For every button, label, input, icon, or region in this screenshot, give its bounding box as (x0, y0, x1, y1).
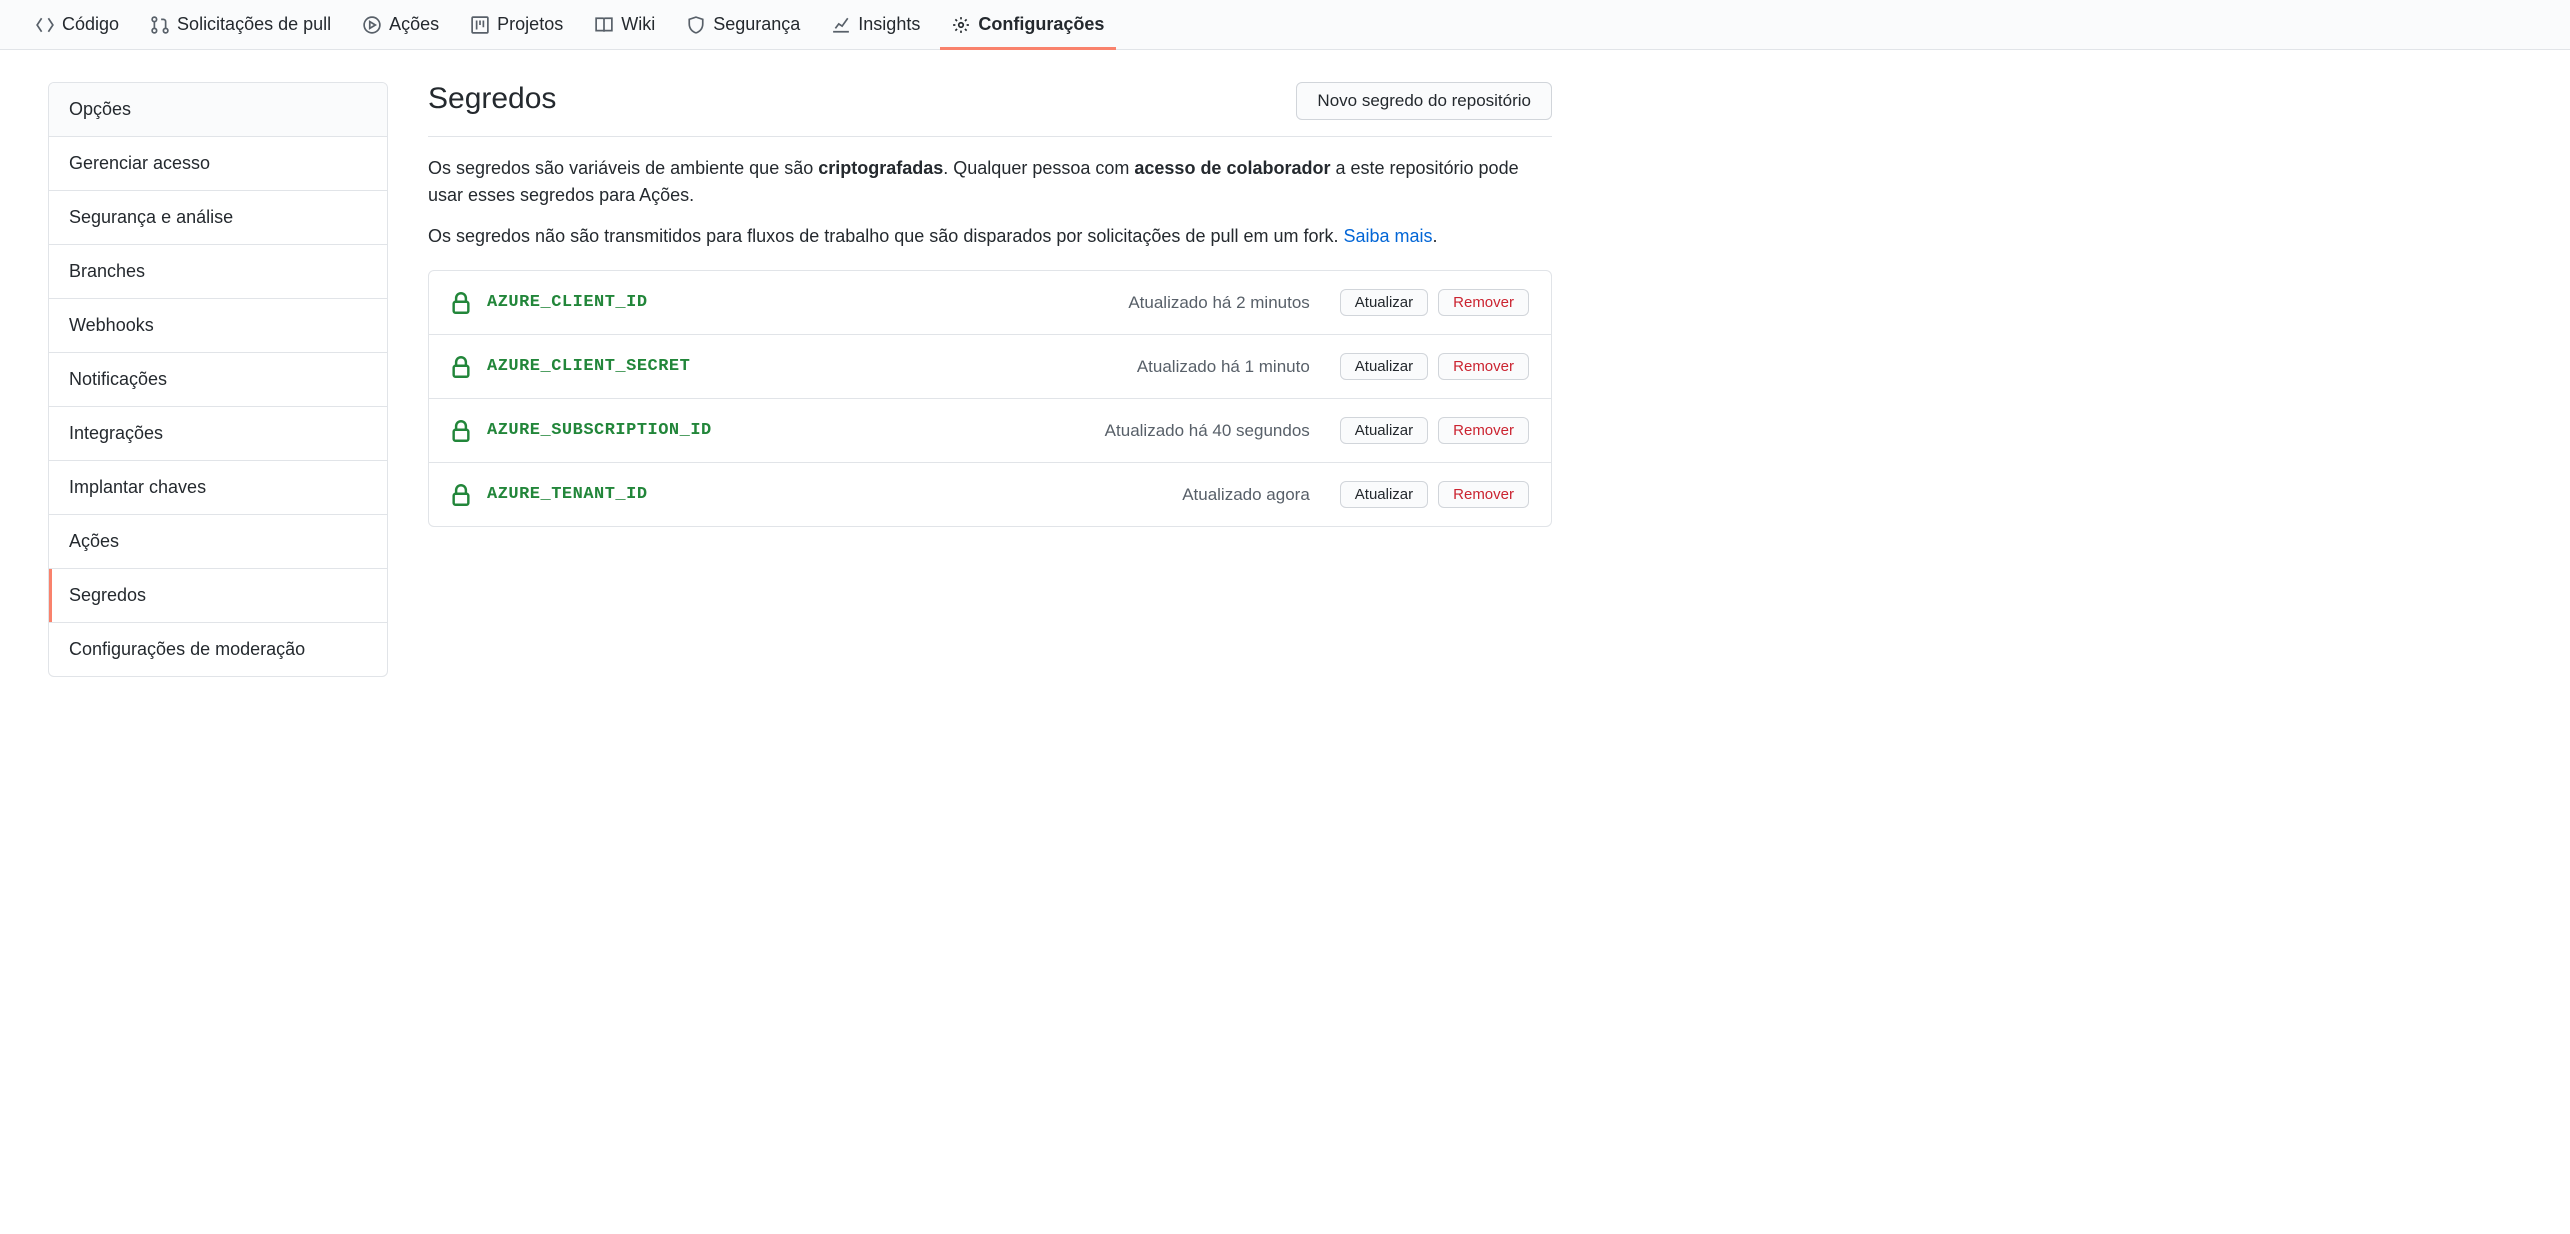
secrets-description-2: Os segredos não são transmitidos para fl… (428, 223, 1552, 250)
gear-icon (952, 16, 970, 34)
secret-name: AZURE_CLIENT_ID (487, 293, 648, 312)
secret-updated: Atualizado há 2 minutos (1128, 293, 1309, 313)
tab-projects[interactable]: Projetos (459, 0, 575, 49)
sidebar-item-label: Webhooks (69, 315, 154, 335)
repo-nav: Código Solicitações de pull Ações Projet… (0, 0, 2570, 50)
remove-secret-button[interactable]: Remover (1438, 417, 1529, 444)
sidebar-item-label: Notificações (69, 369, 167, 389)
secret-row: AZURE_SUBSCRIPTION_ID Atualizado há 40 s… (429, 399, 1551, 463)
secret-name: AZURE_TENANT_ID (487, 485, 648, 504)
remove-secret-button[interactable]: Remover (1438, 353, 1529, 380)
project-icon (471, 16, 489, 34)
tab-label: Código (62, 14, 119, 35)
secret-name: AZURE_CLIENT_SECRET (487, 357, 690, 376)
lock-icon (451, 292, 471, 314)
tab-label: Ações (389, 14, 439, 35)
sidebar-item-deploy-keys[interactable]: Implantar chaves (49, 461, 387, 515)
sidebar-item-label: Segredos (69, 585, 146, 605)
sidebar-item-moderation[interactable]: Configurações de moderação (49, 623, 387, 676)
sidebar-item-webhooks[interactable]: Webhooks (49, 299, 387, 353)
tab-security[interactable]: Segurança (675, 0, 812, 49)
text-bold: criptografadas (818, 158, 943, 178)
secret-actions: Atualizar Remover (1340, 481, 1529, 508)
book-icon (595, 16, 613, 34)
text: . Qualquer pessoa com (943, 158, 1134, 178)
repo-nav-list: Código Solicitações de pull Ações Projet… (24, 0, 2546, 49)
tab-label: Segurança (713, 14, 800, 35)
remove-secret-button[interactable]: Remover (1438, 481, 1529, 508)
tab-pull-requests[interactable]: Solicitações de pull (139, 0, 343, 49)
remove-secret-button[interactable]: Remover (1438, 289, 1529, 316)
secret-row: AZURE_TENANT_ID Atualizado agora Atualiz… (429, 463, 1551, 526)
tab-label: Projetos (497, 14, 563, 35)
git-pull-request-icon (151, 16, 169, 34)
sidebar-item-security-analysis[interactable]: Segurança e análise (49, 191, 387, 245)
text: Os segredos não são transmitidos para fl… (428, 226, 1344, 246)
tab-actions[interactable]: Ações (351, 0, 451, 49)
sidebar-item-label: Branches (69, 261, 145, 281)
text: Os segredos são variáveis de ambiente qu… (428, 158, 818, 178)
sidebar-item-label: Gerenciar acesso (69, 153, 210, 173)
page-header: Segredos Novo segredo do repositório (428, 82, 1552, 137)
sidebar-menu: Opções Gerenciar acesso Segurança e anál… (48, 82, 388, 677)
sidebar-item-label: Configurações de moderação (69, 639, 305, 659)
sidebar-item-notifications[interactable]: Notificações (49, 353, 387, 407)
sidebar-item-label: Ações (69, 531, 119, 551)
sidebar-item-label: Implantar chaves (69, 477, 206, 497)
secret-row: AZURE_CLIENT_SECRET Atualizado há 1 minu… (429, 335, 1551, 399)
sidebar-item-options[interactable]: Opções (49, 83, 387, 137)
sidebar-item-label: Segurança e análise (69, 207, 233, 227)
update-secret-button[interactable]: Atualizar (1340, 481, 1428, 508)
lock-icon (451, 420, 471, 442)
code-icon (36, 16, 54, 34)
sidebar-item-label: Opções (69, 99, 131, 119)
tab-code[interactable]: Código (24, 0, 131, 49)
tab-wiki[interactable]: Wiki (583, 0, 667, 49)
tab-settings[interactable]: Configurações (940, 0, 1116, 49)
tab-label: Solicitações de pull (177, 14, 331, 35)
secret-actions: Atualizar Remover (1340, 417, 1529, 444)
text: . (1433, 226, 1438, 246)
update-secret-button[interactable]: Atualizar (1340, 289, 1428, 316)
new-secret-button[interactable]: Novo segredo do repositório (1296, 82, 1552, 120)
learn-more-link[interactable]: Saiba mais (1344, 226, 1433, 246)
lock-icon (451, 356, 471, 378)
secret-row: AZURE_CLIENT_ID Atualizado há 2 minutos … (429, 271, 1551, 335)
play-icon (363, 16, 381, 34)
settings-sidebar: Opções Gerenciar acesso Segurança e anál… (48, 82, 388, 677)
sidebar-item-branches[interactable]: Branches (49, 245, 387, 299)
secret-updated: Atualizado agora (1182, 485, 1310, 505)
sidebar-item-actions[interactable]: Ações (49, 515, 387, 569)
secret-name: AZURE_SUBSCRIPTION_ID (487, 421, 712, 440)
content: Segredos Novo segredo do repositório Os … (428, 82, 1552, 677)
secrets-description-1: Os segredos são variáveis de ambiente qu… (428, 155, 1552, 209)
secret-updated: Atualizado há 40 segundos (1105, 421, 1310, 441)
shield-icon (687, 16, 705, 34)
secret-actions: Atualizar Remover (1340, 353, 1529, 380)
lock-icon (451, 484, 471, 506)
tab-label: Configurações (978, 14, 1104, 35)
sidebar-item-integrations[interactable]: Integrações (49, 407, 387, 461)
graph-icon (832, 16, 850, 34)
tab-label: Insights (858, 14, 920, 35)
main-container: Opções Gerenciar acesso Segurança e anál… (0, 50, 1600, 709)
secrets-list: AZURE_CLIENT_ID Atualizado há 2 minutos … (428, 270, 1552, 527)
tab-label: Wiki (621, 14, 655, 35)
sidebar-item-manage-access[interactable]: Gerenciar acesso (49, 137, 387, 191)
sidebar-item-label: Integrações (69, 423, 163, 443)
sidebar-item-secrets[interactable]: Segredos (49, 569, 387, 623)
update-secret-button[interactable]: Atualizar (1340, 353, 1428, 380)
secret-actions: Atualizar Remover (1340, 289, 1529, 316)
secret-updated: Atualizado há 1 minuto (1137, 357, 1310, 377)
text-bold: acesso de colaborador (1134, 158, 1330, 178)
tab-insights[interactable]: Insights (820, 0, 932, 49)
page-title: Segredos (428, 82, 556, 116)
update-secret-button[interactable]: Atualizar (1340, 417, 1428, 444)
